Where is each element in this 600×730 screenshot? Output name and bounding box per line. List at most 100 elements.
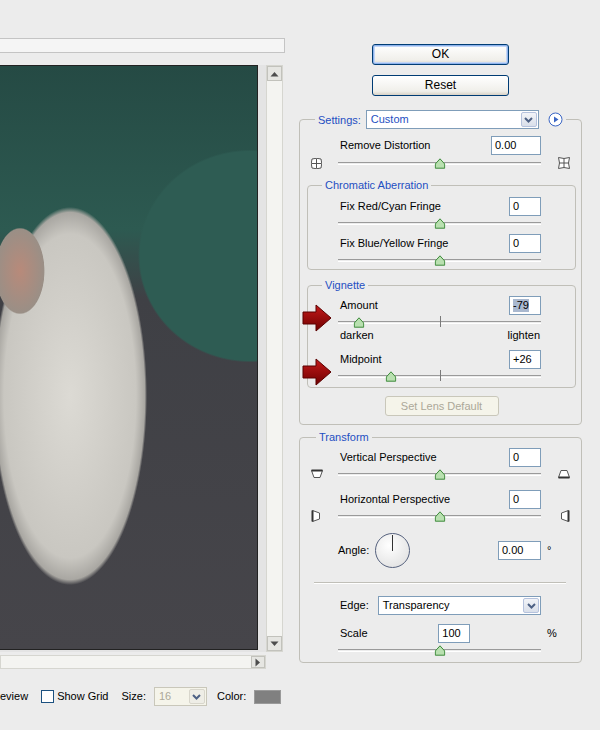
lens-correction-dialog: eviewShow GridSize:16Color: OKResetSetti…	[0, 0, 600, 730]
fix-blue-yellow-fringe-value: 0	[513, 237, 519, 250]
dropdown-arrow-icon[interactable]	[521, 112, 537, 127]
scroll-right-arrow-icon[interactable]	[251, 656, 265, 668]
horizontal-perspective-row: Horizontal Perspective 0	[307, 490, 576, 509]
show-grid-label[interactable]: Show Grid	[57, 690, 108, 703]
grid-size-dropdown[interactable]: 16	[154, 687, 207, 706]
angle-row: Angle:0.00°	[307, 533, 576, 568]
fix-blue-yellow-fringe-slider-row	[308, 253, 575, 267]
vertical-perspective-slider[interactable]	[338, 467, 541, 481]
slider-thumb[interactable]	[434, 218, 445, 229]
slider-thumb[interactable]	[385, 371, 396, 382]
midpoint-label: Midpoint	[340, 353, 382, 366]
edge-label: Edge:	[340, 599, 369, 612]
annotation-arrow-icon	[302, 357, 332, 387]
vertical-perspective-field[interactable]: 0	[509, 448, 541, 467]
reset-button[interactable]: Reset	[372, 75, 509, 96]
remove-distortion-field[interactable]: 0.00	[491, 136, 541, 155]
amount-slider-row	[308, 315, 575, 329]
fix-red-cyan-fringe-label: Fix Red/Cyan Fringe	[340, 200, 441, 213]
preview-area	[0, 65, 287, 669]
transform-group: TransformVertical Perspective0Horizontal…	[299, 430, 582, 663]
fix-blue-yellow-fringe-slider[interactable]	[338, 253, 541, 267]
scale-field[interactable]: 100	[438, 624, 470, 643]
midpoint-field[interactable]: +26	[509, 350, 541, 369]
scale-slider-row	[307, 643, 576, 657]
slider-end-label: darken	[340, 329, 374, 341]
slider-thumb[interactable]	[354, 317, 365, 328]
midpoint-slider-row	[308, 369, 575, 383]
grid-size-dropdown-value: 16	[155, 688, 188, 705]
vertical-scrollbar[interactable]	[266, 65, 283, 652]
vertical-perspective-value: 0	[513, 451, 519, 464]
edge-dropdown[interactable]: Transparency	[378, 596, 541, 615]
flyout-menu-icon[interactable]	[548, 112, 563, 127]
amount-slider[interactable]	[338, 315, 541, 329]
horizontal-perspective-left-icon	[311, 510, 321, 522]
horizontal-perspective-right-icon	[560, 510, 570, 522]
slider-end-label: lighten	[508, 329, 540, 341]
horizontal-perspective-field[interactable]: 0	[509, 490, 541, 509]
amount-field[interactable]: -79	[509, 296, 541, 315]
horizontal-scrollbar[interactable]	[0, 655, 266, 669]
dropdown-arrow-icon[interactable]	[189, 689, 205, 704]
vignette-title: Vignette	[322, 278, 368, 292]
vertical-perspective-label: Vertical Perspective	[340, 451, 437, 464]
dropdown-arrow-icon[interactable]	[523, 598, 539, 613]
amount-value: -79	[513, 299, 529, 312]
fix-blue-yellow-fringe-field[interactable]: 0	[509, 234, 541, 253]
settings-dropdown-value: Custom	[367, 111, 520, 128]
midpoint-row: Midpoint +26	[308, 350, 575, 369]
angle-label: Angle:	[338, 544, 369, 557]
preview-label[interactable]: eview	[0, 690, 28, 703]
midpoint-slider[interactable]	[338, 369, 541, 383]
slider-thumb[interactable]	[434, 469, 445, 480]
fix-red-cyan-fringe-value: 0	[513, 200, 519, 213]
transform-title: Transform	[316, 430, 372, 444]
angle-value: 0.00	[502, 544, 523, 557]
vertical-perspective-row: Vertical Perspective 0	[307, 448, 576, 467]
angle-dial[interactable]	[375, 533, 410, 568]
angle-field[interactable]: 0.00	[498, 541, 541, 560]
scale-row: Scale100%	[307, 624, 576, 643]
remove-distortion-slider-row	[307, 156, 576, 170]
show-grid-checkbox[interactable]	[41, 690, 54, 703]
remove-distortion-row: Remove Distortion0.00	[307, 136, 576, 155]
vertical-perspective-slider-row	[307, 467, 576, 481]
slider-thumb[interactable]	[434, 158, 445, 169]
horizontal-perspective-label: Horizontal Perspective	[340, 493, 450, 506]
transform-separator	[314, 582, 566, 584]
ok-button[interactable]: OK	[372, 44, 509, 65]
fix-red-cyan-fringe-slider[interactable]	[338, 216, 541, 230]
slider-thumb[interactable]	[434, 255, 445, 266]
settings-dropdown[interactable]: Custom	[366, 110, 539, 129]
slider-thumb[interactable]	[434, 645, 445, 656]
fix-red-cyan-fringe-row: Fix Red/Cyan Fringe 0	[308, 197, 575, 216]
chromatic-aberration-group: Chromatic Aberration Fix Red/Cyan Fringe 0…	[307, 178, 576, 270]
vignette-group: Vignette Amount-79 darken lighten Midpoint +2…	[307, 278, 576, 388]
scroll-up-arrow-icon[interactable]	[267, 66, 282, 81]
barrel-distortion-icon	[311, 158, 322, 169]
slider-thumb[interactable]	[434, 511, 445, 522]
fix-red-cyan-fringe-slider-row	[308, 216, 575, 230]
annotation-arrow-icon	[302, 303, 332, 333]
preview-options-bar: eviewShow GridSize:16Color:	[0, 687, 287, 706]
vertical-perspective-right-icon	[558, 469, 570, 479]
settings-group: Settings:CustomRemove Distortion0.00Chro…	[299, 110, 582, 425]
amount-row: Amount-79	[308, 296, 575, 315]
scroll-down-arrow-icon[interactable]	[267, 636, 282, 651]
scale-slider[interactable]	[338, 643, 541, 657]
info-bar	[0, 38, 285, 53]
grid-color-swatch[interactable]	[254, 690, 281, 704]
remove-distortion-slider[interactable]	[338, 156, 541, 170]
preview-image	[0, 65, 258, 650]
angle-needle	[392, 535, 393, 551]
chromatic-aberration-title: Chromatic Aberration	[322, 178, 431, 192]
slider-end-labels: darken lighten	[308, 329, 575, 341]
scale-value: 100	[442, 627, 460, 640]
edge-dropdown-value: Transparency	[379, 597, 522, 614]
fix-red-cyan-fringe-field[interactable]: 0	[509, 197, 541, 216]
set-lens-default-button[interactable]: Set Lens Default	[385, 396, 499, 416]
percent-unit: %	[541, 627, 555, 640]
horizontal-perspective-slider[interactable]	[338, 509, 541, 523]
pincushion-distortion-icon	[558, 157, 570, 169]
